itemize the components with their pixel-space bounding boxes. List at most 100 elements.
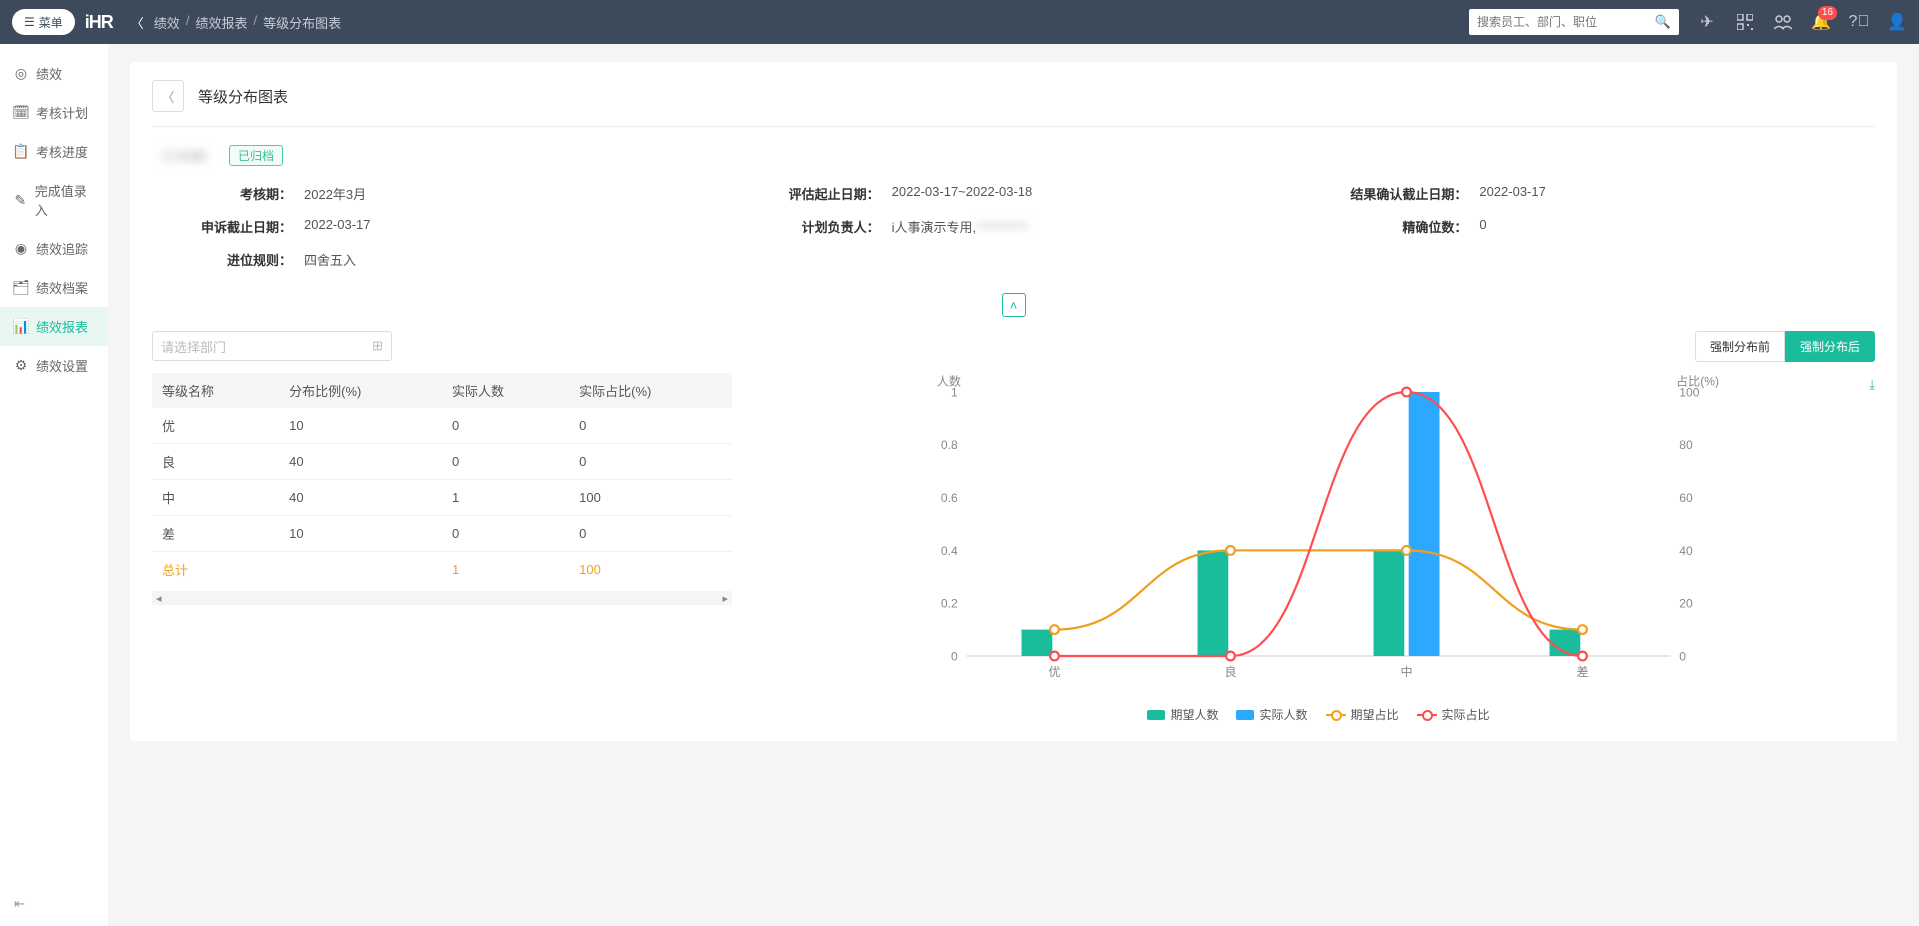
th: 分布比例(%) [279, 373, 442, 408]
sidebar-item-performance[interactable]: ◎绩效 [0, 54, 108, 93]
back-button[interactable]: 〈 [152, 80, 184, 112]
search-input[interactable] [1477, 15, 1655, 29]
svg-text:0: 0 [951, 649, 958, 663]
sidebar-item-input[interactable]: ✎完成值录入 [0, 171, 108, 229]
status-badge: 已归档 [229, 145, 283, 166]
breadcrumb-item[interactable]: 绩效 [154, 13, 180, 32]
table-scrollbar[interactable]: ◂▸ [152, 591, 732, 605]
line [1055, 550, 1583, 629]
svg-text:人数: 人数 [937, 373, 961, 388]
sidebar-item-progress[interactable]: 📋考核进度 [0, 132, 108, 171]
svg-text:0.2: 0.2 [941, 597, 958, 611]
calendar-icon: 🗓 [14, 106, 28, 120]
announce-icon[interactable]: ✈ [1697, 12, 1717, 32]
table-row: 差1000 [152, 516, 732, 552]
breadcrumb-back[interactable]: 〈 [131, 13, 144, 32]
table-cell: 10 [279, 516, 442, 552]
breadcrumb-item[interactable]: 绩效报表 [195, 13, 247, 32]
breadcrumb-sep: / [253, 13, 257, 32]
target-icon: ◎ [14, 67, 28, 81]
bar [1409, 392, 1440, 656]
info-value: i人事演示专用, [892, 217, 977, 236]
radar-icon: ◉ [14, 242, 28, 256]
table-cell: 100 [569, 480, 732, 516]
user-icon[interactable]: 👤 [1887, 12, 1907, 32]
sidebar-item-label: 绩效追踪 [36, 239, 88, 258]
sidebar-item-archive[interactable]: 🗂 绩效档案 [0, 268, 108, 307]
sidebar-item-label: 绩效档案 [36, 278, 88, 297]
table-cell: 中 [152, 480, 279, 516]
menu-button[interactable]: ☰ 菜单 [12, 9, 75, 35]
info-label: 申诉截止日期： [152, 217, 292, 236]
info-value: 0 [1479, 217, 1486, 236]
table-cell: 0 [569, 444, 732, 480]
help-icon[interactable]: ?⃝ [1849, 12, 1869, 32]
sidebar-item-track[interactable]: ◉ 绩效追踪 [0, 229, 108, 268]
breadcrumb-item[interactable]: 等级分布图表 [263, 13, 341, 32]
tab-after[interactable]: 强制分布后 [1785, 331, 1875, 362]
contacts-icon[interactable] [1773, 12, 1793, 32]
menu-icon: ☰ [24, 15, 35, 29]
dept-select[interactable]: 请选择部门 ⊞ [152, 331, 392, 361]
table-row: 中401100 [152, 480, 732, 516]
logo: iHR [85, 12, 113, 33]
legend-item[interactable]: 实际占比 [1417, 706, 1490, 723]
legend-item[interactable]: 实际人数 [1236, 706, 1307, 723]
line-point [1402, 388, 1411, 397]
table-cell: 1 [442, 552, 569, 588]
edit-icon: ✎ [14, 193, 27, 207]
svg-text:良: 良 [1224, 664, 1236, 679]
table-cell [279, 552, 442, 588]
svg-text:60: 60 [1679, 491, 1693, 505]
table-cell: 10 [279, 408, 442, 444]
legend-item[interactable]: 期望人数 [1147, 706, 1218, 723]
svg-text:0: 0 [1679, 649, 1686, 663]
chart-icon: 📊 [14, 320, 28, 334]
line-point [1226, 546, 1235, 555]
svg-text:优: 优 [1048, 665, 1060, 679]
info-value: 2022-03-17 [304, 217, 371, 236]
th: 实际人数 [442, 373, 569, 408]
sidebar-item-plan[interactable]: 🗓 考核计划 [0, 93, 108, 132]
info-value: 2022-03-17~2022-03-18 [892, 184, 1033, 203]
info-label: 进位规则： [152, 250, 292, 269]
info-grid: 考核期：2022年3月 申诉截止日期：2022-03-17 进位规则：四舍五入 … [152, 184, 1875, 283]
table-cell: 总计 [152, 552, 279, 588]
archive-icon: 🗂 [14, 281, 28, 295]
sidebar-item-label: 考核计划 [36, 103, 88, 122]
qrcode-icon[interactable] [1735, 12, 1755, 32]
sidebar-item-report[interactable]: 📊绩效报表 [0, 307, 108, 346]
line [1055, 392, 1583, 656]
svg-text:差: 差 [1576, 665, 1588, 679]
clipboard-icon: 📋 [14, 145, 28, 159]
bar [1374, 550, 1405, 656]
table-cell: 0 [442, 444, 569, 480]
info-value: 2022年3月 [304, 184, 366, 203]
svg-text:40: 40 [1679, 544, 1693, 558]
breadcrumb: 绩效 / 绩效报表 / 等级分布图表 [154, 13, 341, 32]
bell-icon[interactable]: 🔔16 [1811, 12, 1831, 32]
th: 实际占比(%) [569, 373, 732, 408]
tab-before[interactable]: 强制分布前 [1695, 331, 1785, 362]
table-cell: 优 [152, 408, 279, 444]
table-cell: 0 [569, 516, 732, 552]
line-point [1578, 625, 1587, 634]
info-label: 结果确认截止日期： [1327, 184, 1467, 203]
svg-text:20: 20 [1679, 597, 1693, 611]
sidebar-item-settings[interactable]: ⚙绩效设置 [0, 346, 108, 385]
scroll-right-icon[interactable]: ▸ [722, 592, 728, 605]
search-box[interactable]: 🔍 [1469, 9, 1679, 35]
collapse-toggle[interactable]: ˄ [1002, 293, 1026, 317]
table-cell: 40 [279, 444, 442, 480]
org-icon: ⊞ [372, 338, 383, 354]
sidebar-collapse[interactable]: ⇤ [14, 896, 25, 912]
table-cell: 0 [442, 516, 569, 552]
svg-text:80: 80 [1679, 438, 1693, 452]
info-value: 2022-03-17 [1479, 184, 1546, 203]
line-point [1050, 625, 1059, 634]
legend-item[interactable]: 期望占比 [1326, 706, 1399, 723]
svg-text:0.6: 0.6 [941, 491, 958, 505]
scroll-left-icon[interactable]: ◂ [156, 592, 162, 605]
info-label: 考核期： [152, 184, 292, 203]
svg-text:占比(%): 占比(%) [1676, 373, 1719, 388]
